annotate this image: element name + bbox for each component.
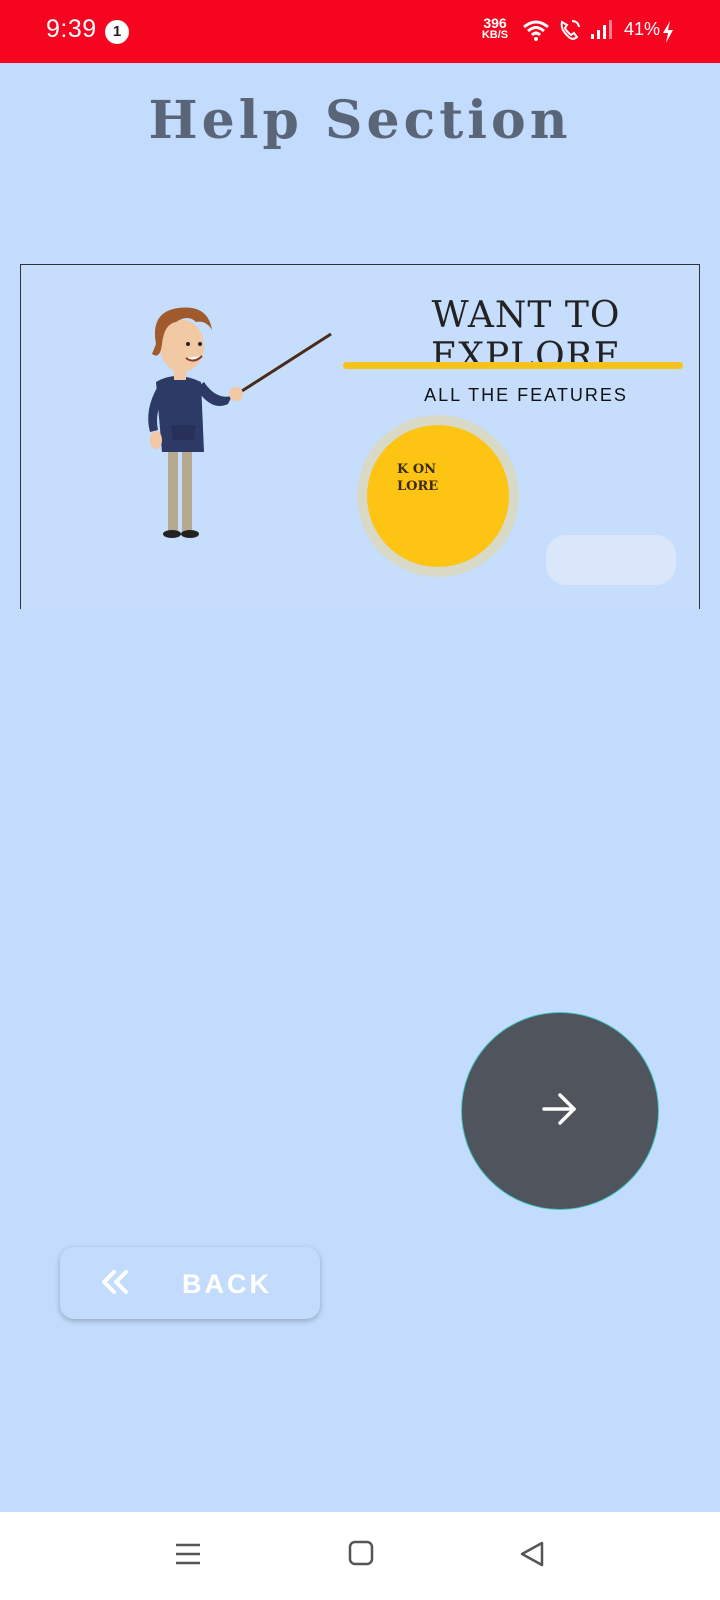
help-banner-image: WANT TO EXPLORE ALL THE FEATURES K ON LO…	[20, 264, 700, 609]
notification-badge: 1	[105, 20, 129, 44]
page-title: Help Section	[148, 90, 572, 151]
sun-text-line-2: LORE	[397, 479, 439, 494]
sun-text-line-1: K ON	[397, 462, 437, 477]
sun-text: K ON LORE	[397, 461, 438, 495]
network-speed: 396 KB/S	[478, 15, 512, 41]
network-speed-unit: KB/S	[481, 29, 509, 41]
banner-underline	[343, 362, 683, 369]
sun-circle: K ON LORE	[367, 425, 509, 567]
signal-icon	[590, 18, 616, 47]
back-button-label: BACK	[182, 1269, 272, 1299]
system-nav-bar	[0, 1512, 720, 1600]
double-chevron-left-icon	[98, 1267, 132, 1302]
network-speed-value: 396	[483, 15, 507, 31]
charging-icon	[662, 20, 674, 49]
banner-smudge	[546, 535, 676, 585]
next-button[interactable]	[461, 1012, 659, 1210]
back-button[interactable]: BACK	[60, 1247, 320, 1319]
back-triangle-icon[interactable]	[518, 1540, 546, 1573]
status-bar: 9:39 1 396 KB/S 41%	[0, 0, 720, 63]
status-time: 9:39	[46, 15, 97, 43]
wifi-icon	[522, 18, 550, 47]
teacher-illustration	[116, 300, 336, 555]
home-icon[interactable]	[348, 1540, 374, 1571]
menu-icon[interactable]	[174, 1540, 202, 1573]
banner-subheading: ALL THE FEATURES	[424, 385, 628, 405]
battery-percent: 41%	[624, 19, 661, 39]
arrow-right-icon	[540, 1091, 580, 1132]
wifi-call-icon	[558, 18, 582, 47]
